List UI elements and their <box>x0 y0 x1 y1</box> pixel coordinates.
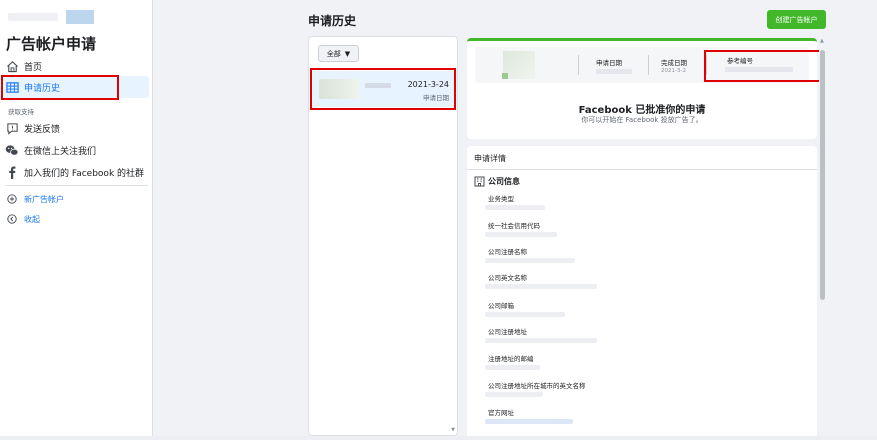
application-list-panel: 全部 ▼ 2021-3-24 申请日期 ▼ <box>308 36 458 436</box>
redacted-company-email <box>485 312 565 317</box>
redacted-english-name <box>485 284 597 289</box>
company-info-heading: 公司信息 <box>474 176 520 187</box>
caret-down-icon: ▼ <box>344 49 351 58</box>
approval-status-title: Facebook 已批准你的申请 <box>578 105 706 116</box>
field-english-name-label: 公司英文名称 <box>488 274 527 282</box>
filter-dropdown[interactable]: 全部 ▼ <box>318 45 359 62</box>
create-ad-account-button[interactable]: 创建广告帐户 <box>767 10 826 29</box>
facebook-icon <box>4 164 20 180</box>
plus-circle-icon <box>4 191 20 207</box>
field-credit-code-label: 统一社会信用代码 <box>488 222 540 230</box>
redacted-postal-code <box>485 365 540 370</box>
sidebar-item-history[interactable]: 申请历史 <box>4 76 149 98</box>
scrollbar-thumb[interactable] <box>820 50 825 300</box>
application-summary-card: 申请日期 完成日期 2021-3-2 参考编号 Facebook 已批准你的申请… <box>467 38 817 139</box>
scroll-up-icon[interactable]: ▲ <box>820 38 824 44</box>
redacted-business-type <box>485 205 545 210</box>
support-section-label: 获取支持 <box>8 108 34 116</box>
redacted-registered-address <box>485 338 597 343</box>
field-website-label: 官方网址 <box>488 409 514 417</box>
redacted-reference-number <box>725 67 793 72</box>
application-date-label: 申请日期 <box>423 94 449 102</box>
application-date: 2021-3-24 <box>407 80 449 89</box>
details-scrollbar[interactable] <box>819 38 826 438</box>
redacted-apply-date <box>596 69 632 74</box>
sidebar: 广告帐户申请 首页 申请历史 获取支持 发送反馈 在微信上关注我们 加入我们的 … <box>0 0 153 440</box>
app-title: 广告帐户申请 <box>6 35 97 53</box>
details-heading: 申请详情 <box>474 154 506 163</box>
reference-number-label: 参考编号 <box>727 57 753 65</box>
sidebar-item-wechat[interactable]: 在微信上关注我们 <box>4 139 149 161</box>
collapse-sidebar-button[interactable]: 收起 <box>4 210 149 228</box>
application-list-item[interactable]: 2021-3-24 申请日期 <box>313 71 455 107</box>
application-details-panel: 申请详情 公司信息 业务类型 统一社会信用代码 公司注册名称 公司英文名称 公司… <box>467 146 817 440</box>
sidebar-item-facebook-group-label: 加入我们的 Facebook 的社群 <box>24 168 145 179</box>
field-postal-code-label: 注册地址的邮编 <box>488 355 534 363</box>
complete-date-value: 2021-3-2 <box>661 68 686 74</box>
feedback-icon <box>4 120 20 136</box>
new-ad-account-link[interactable]: 新广告帐户 <box>4 190 149 208</box>
sidebar-item-home-label: 首页 <box>24 62 43 73</box>
redacted-account-name <box>319 79 359 99</box>
sidebar-item-feedback-label: 发送反馈 <box>24 124 61 135</box>
field-registered-name-label: 公司注册名称 <box>488 248 527 256</box>
building-icon <box>474 176 485 187</box>
sidebar-divider <box>6 185 148 186</box>
complete-date-label: 完成日期 <box>661 59 687 67</box>
new-ad-account-label: 新广告帐户 <box>24 194 64 204</box>
sidebar-item-history-label: 申请历史 <box>24 83 61 94</box>
approval-status-subtitle: 你可以开始在 Facebook 投放广告了。 <box>581 116 703 124</box>
status-indicator <box>502 73 508 79</box>
field-city-english-name-label: 公司注册地址所在城市的英文名称 <box>488 382 586 390</box>
apply-date-label: 申请日期 <box>596 59 622 67</box>
bottom-strip <box>0 436 877 440</box>
scroll-down-icon[interactable]: ▼ <box>451 427 455 433</box>
company-info-heading-label: 公司信息 <box>488 177 520 186</box>
brand-logo-redacted <box>8 10 94 24</box>
page-title: 申请历史 <box>308 14 357 28</box>
collapse-label: 收起 <box>24 214 40 224</box>
collapse-arrow-icon <box>4 211 20 227</box>
redacted-city-english-name <box>485 392 543 397</box>
home-icon <box>4 58 20 74</box>
field-registered-address-label: 公司注册地址 <box>488 328 527 336</box>
redacted-credit-code <box>485 232 557 237</box>
sidebar-item-wechat-label: 在微信上关注我们 <box>24 146 97 157</box>
sidebar-item-home[interactable]: 首页 <box>4 55 149 77</box>
field-company-email-label: 公司邮箱 <box>488 302 514 310</box>
redacted-website <box>485 419 573 424</box>
wechat-icon <box>4 142 20 158</box>
filter-dropdown-label: 全部 <box>326 49 341 58</box>
summary-row: 申请日期 完成日期 2021-3-2 参考编号 <box>475 47 809 83</box>
table-icon <box>4 79 20 95</box>
sidebar-item-feedback[interactable]: 发送反馈 <box>4 117 149 139</box>
redacted-registered-name <box>485 258 575 263</box>
redacted-account-id <box>365 83 391 88</box>
sidebar-item-facebook-group[interactable]: 加入我们的 Facebook 的社群 <box>4 161 149 183</box>
field-business-type-label: 业务类型 <box>488 195 514 203</box>
